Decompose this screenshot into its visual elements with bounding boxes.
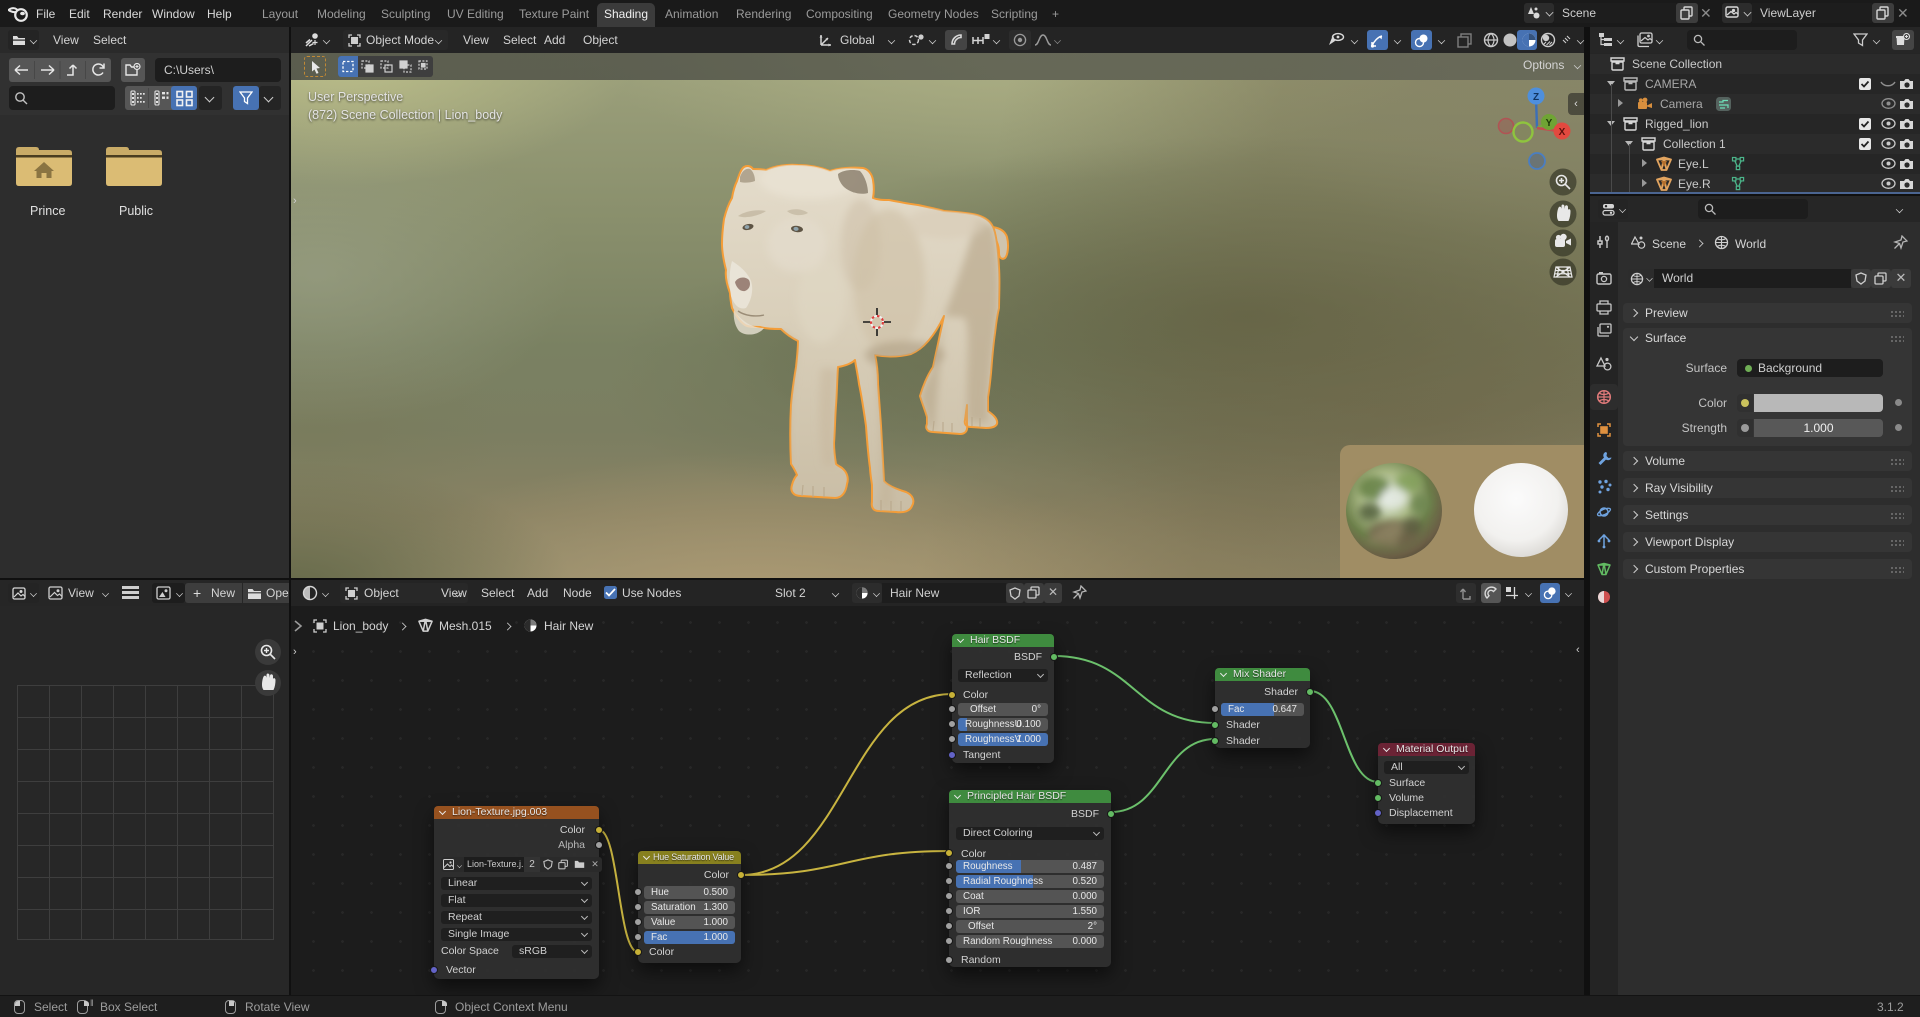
svg-text:Y: Y xyxy=(1546,118,1553,129)
svg-text:Z: Z xyxy=(1533,92,1539,103)
svg-text:X: X xyxy=(1559,127,1566,138)
